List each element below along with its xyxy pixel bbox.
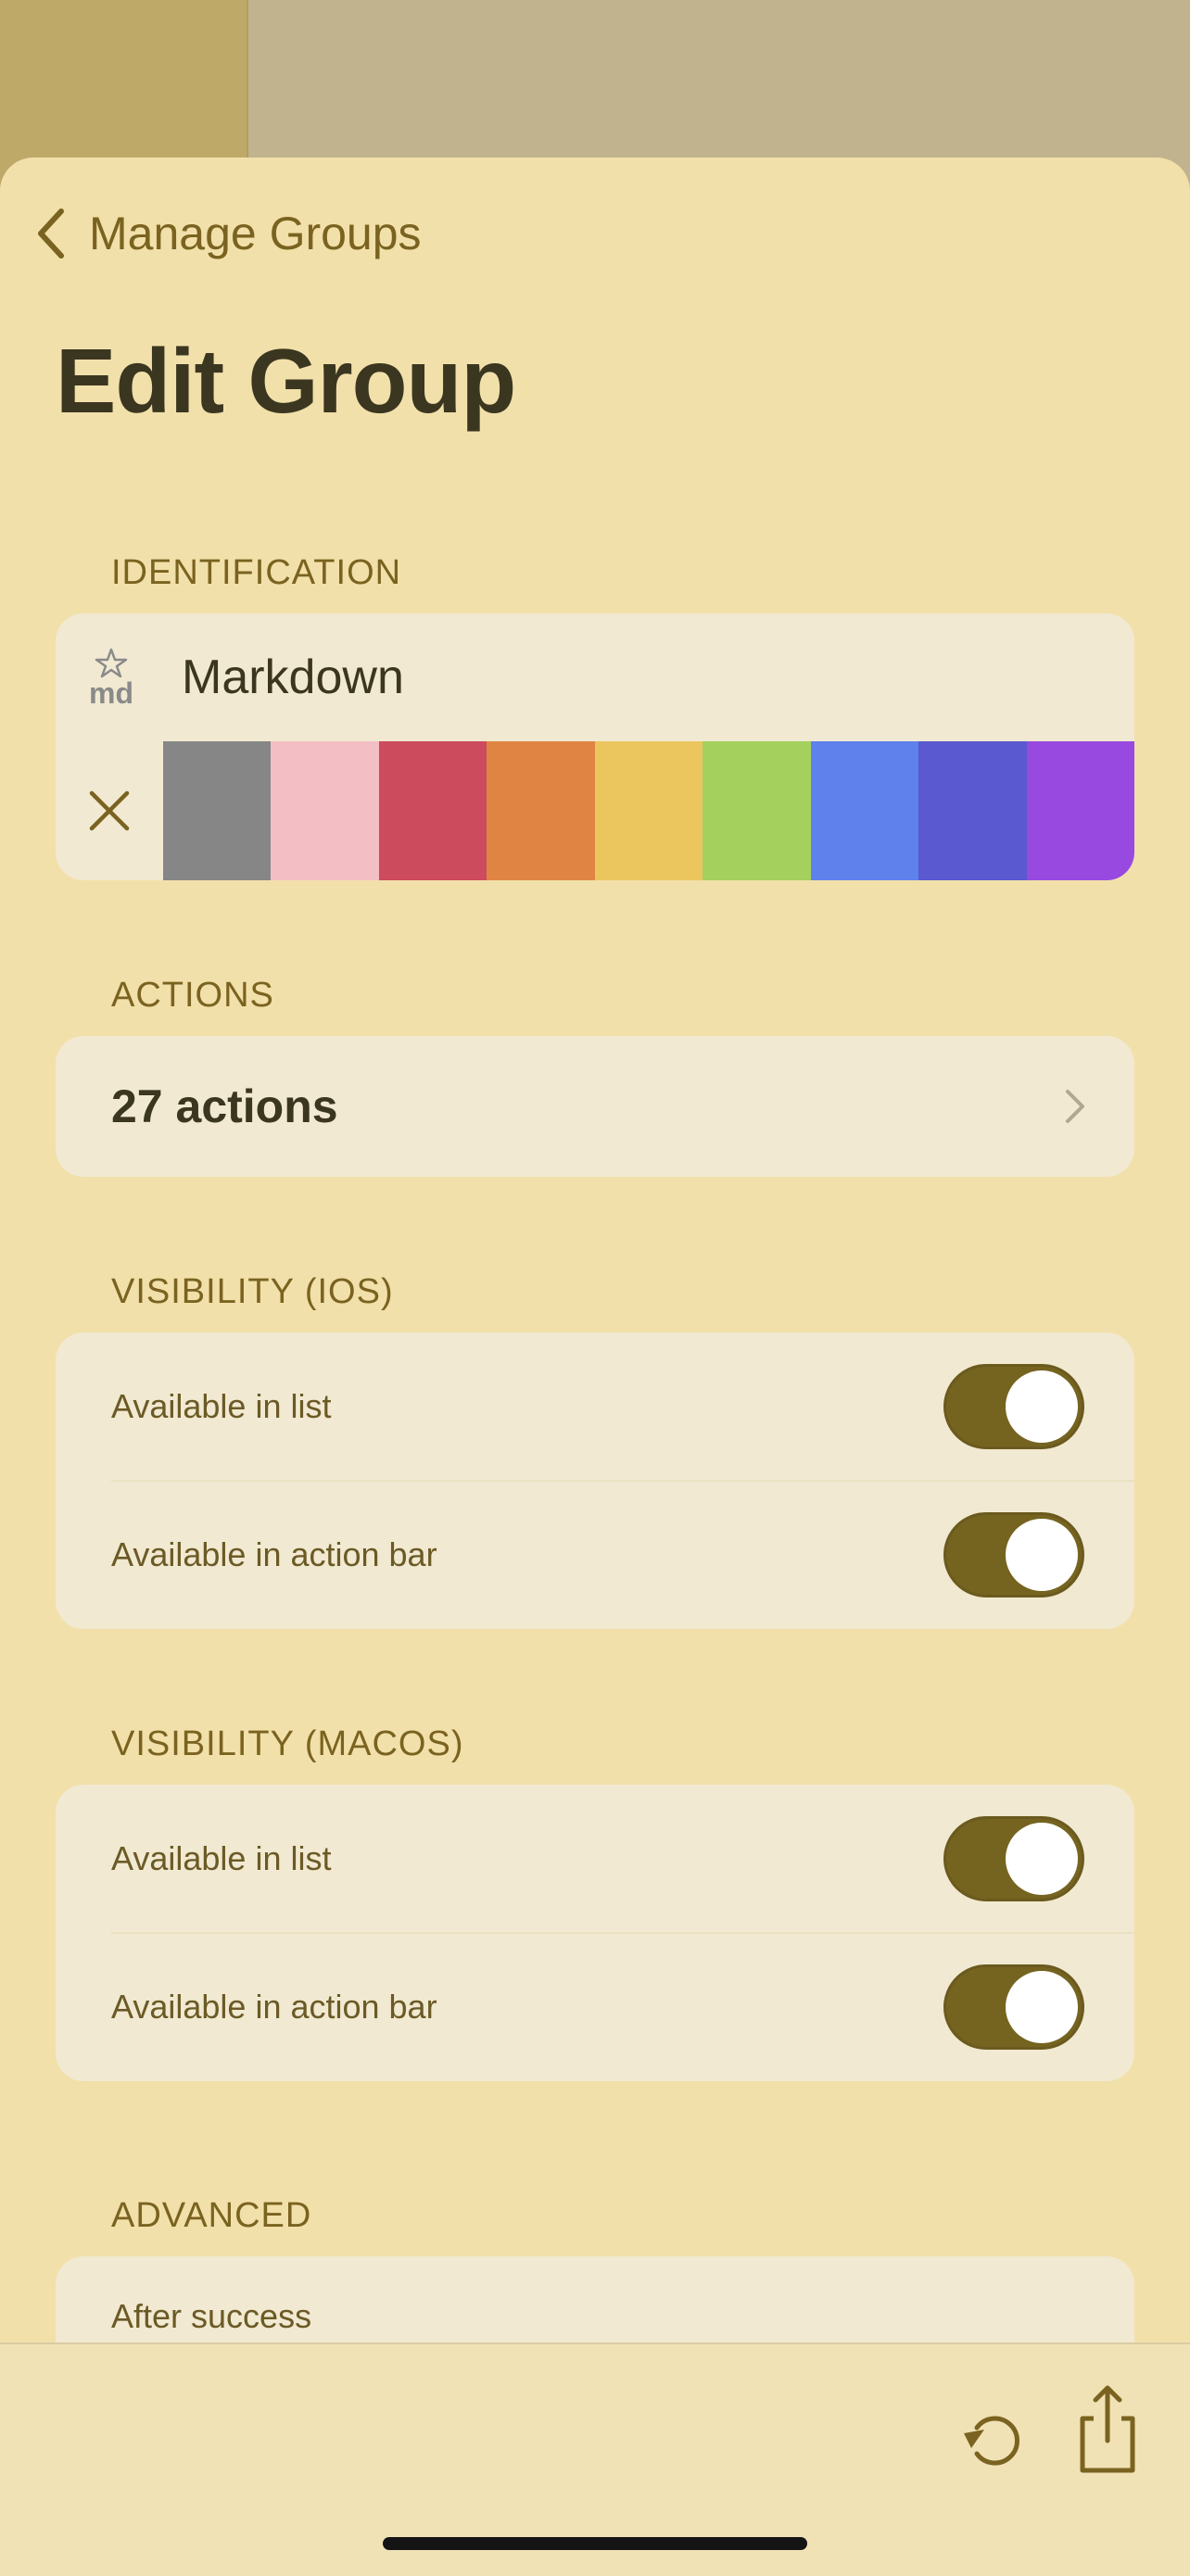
macos-action-bar-row: Available in action bar [56, 1933, 1134, 2081]
group-name-row[interactable]: md Markdown [56, 613, 1134, 741]
color-swatch-purple[interactable] [1026, 741, 1134, 880]
toggle-knob [1006, 1519, 1078, 1591]
color-swatch-red[interactable] [378, 741, 487, 880]
visibility-ios-card: Available in list Available in action ba… [56, 1332, 1134, 1629]
macos-list-row: Available in list [56, 1785, 1134, 1933]
chevron-left-icon [38, 208, 64, 259]
ios-action-bar-toggle[interactable] [943, 1512, 1084, 1597]
actions-row[interactable]: 27 actions [56, 1036, 1134, 1177]
ios-list-label: Available in list [111, 1387, 332, 1425]
macos-action-bar-label: Available in action bar [111, 1988, 437, 2026]
group-name[interactable]: Markdown [182, 650, 404, 705]
color-swatch-green[interactable] [703, 741, 811, 880]
color-swatch-orange[interactable] [487, 741, 595, 880]
toggle-knob [1006, 1823, 1078, 1895]
back-button[interactable]: Manage Groups [33, 206, 422, 261]
section-label-visibility-macos: VISIBILITY (MACOS) [111, 1724, 464, 1763]
svg-text:md: md [89, 676, 133, 707]
macos-action-bar-toggle[interactable] [943, 1964, 1084, 2050]
actions-card[interactable]: 27 actions [56, 1036, 1134, 1177]
back-label: Manage Groups [89, 208, 422, 259]
actions-count: 27 actions [111, 1080, 338, 1132]
edit-group-sheet: Manage Groups Edit Group IDENTIFICATION … [0, 158, 1190, 2574]
color-swatch-gray[interactable] [163, 741, 272, 880]
color-swatch-blue[interactable] [810, 741, 919, 880]
color-swatch-indigo[interactable] [918, 741, 1027, 880]
close-icon [89, 790, 130, 831]
home-indicator[interactable] [383, 2537, 807, 2550]
section-label-visibility-ios: VISIBILITY (IOS) [111, 1272, 394, 1311]
visibility-macos-card: Available in list Available in action ba… [56, 1785, 1134, 2081]
ios-list-row: Available in list [56, 1332, 1134, 1481]
md-star-icon[interactable]: md [56, 613, 167, 741]
ios-list-toggle[interactable] [943, 1364, 1084, 1449]
identification-card: md Markdown [56, 613, 1134, 880]
color-swatch-pink[interactable] [271, 741, 379, 880]
color-picker [56, 741, 1134, 880]
color-swatch-yellow[interactable] [594, 741, 703, 880]
ios-action-bar-row: Available in action bar [56, 1481, 1134, 1629]
chevron-right-icon [1066, 1090, 1084, 1123]
macos-list-toggle[interactable] [943, 1816, 1084, 1901]
macos-list-label: Available in list [111, 1839, 332, 1877]
toggle-knob [1006, 1971, 1078, 2043]
section-label-identification: IDENTIFICATION [111, 553, 402, 592]
share-icon[interactable] [1075, 2383, 1140, 2476]
undo-icon[interactable] [960, 2406, 1027, 2472]
toggle-knob [1006, 1370, 1078, 1443]
section-label-actions: ACTIONS [111, 976, 274, 1015]
section-label-advanced: ADVANCED [111, 2196, 312, 2235]
clear-color-button[interactable] [56, 741, 163, 880]
page-title: Edit Group [56, 330, 516, 432]
ios-action-bar-label: Available in action bar [111, 1535, 437, 1573]
after-success-label: After success [111, 2297, 312, 2335]
